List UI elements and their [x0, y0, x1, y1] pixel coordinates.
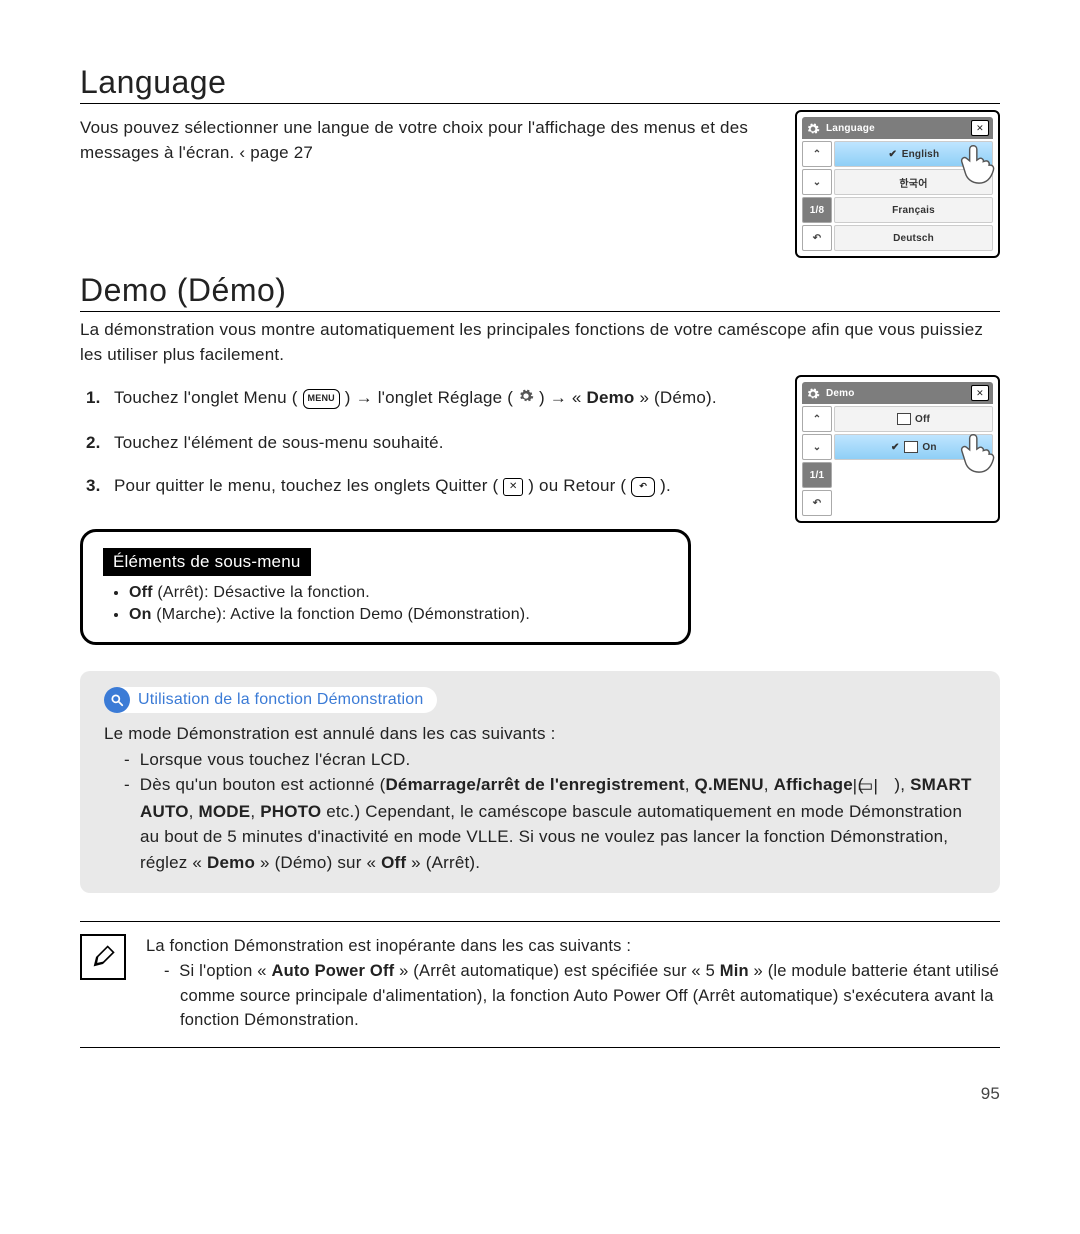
- section-demo-title: Demo (Démo): [80, 272, 1000, 312]
- page-ref: page 27: [250, 143, 313, 162]
- tip-b2a: Dès qu'un bouton est actionné (: [140, 775, 386, 794]
- submenu-item-off: Off (Arrêt): Désactive la fonction.: [129, 584, 668, 602]
- language-menu-screenshot: Language ✕ ⌃ ⌄ 1/8 ↶ ✔ English 한국어 Franç…: [795, 110, 1000, 258]
- submenu-item-on: On (Marche): Active la fonction Demo (Dé…: [129, 606, 668, 624]
- tip-b2r: » (Arrêt).: [406, 853, 480, 872]
- tip-b2o: Demo: [207, 853, 255, 872]
- tip-b2l: ,: [250, 802, 260, 821]
- demo-steps: Touchez l'onglet Menu ( MENU ) → l'ongle…: [80, 385, 771, 498]
- step-3-text-b: ) ou Retour (: [528, 476, 631, 495]
- close-icon[interactable]: ✕: [971, 120, 989, 136]
- nav-up-button[interactable]: ⌃: [802, 141, 832, 167]
- magnifier-icon: [104, 687, 130, 713]
- step-3: Pour quitter le menu, touchez les onglet…: [80, 473, 771, 499]
- nav-up-button[interactable]: ⌃: [802, 406, 832, 432]
- language-intro-text: Vous pouvez sélectionner une langue de v…: [80, 118, 748, 162]
- tip-panel: Utilisation de la fonction Démonstration…: [80, 671, 1000, 893]
- language-option-label: Deutsch: [893, 233, 934, 244]
- close-icon[interactable]: ✕: [971, 385, 989, 401]
- tip-line-1: Le mode Démonstration est annulé dans le…: [104, 721, 976, 747]
- submenu-on-paren: (Marche): [152, 606, 222, 623]
- demo-menu-screenshot: Demo ✕ ⌃ ⌄ 1/1 ↶ Off ✔ On: [795, 375, 1000, 523]
- check-icon: ✔: [890, 442, 900, 452]
- warn-line-1: La fonction Démonstration est inopérante…: [146, 934, 1000, 959]
- warn-b1a: Si l'option «: [179, 962, 271, 980]
- page-ref-symbol: ‹: [239, 143, 245, 162]
- tip-b2h: ),: [889, 775, 910, 794]
- submenu-heading: Éléments de sous-menu: [103, 548, 311, 576]
- tip-b2p: » (Démo) sur «: [255, 853, 381, 872]
- camcorder-icon: [897, 413, 911, 425]
- page-indicator: 1/8: [802, 197, 832, 223]
- demo-option-label: Off: [915, 414, 930, 425]
- language-menu-titlebar: Language ✕: [802, 117, 993, 139]
- page-number: 95: [80, 1084, 1000, 1104]
- tip-b2b: Démarrage/arrêt de l'enregistrement: [385, 775, 684, 794]
- back-button[interactable]: ↶: [802, 490, 832, 516]
- warn-b1b: Auto Power Off: [271, 962, 394, 980]
- check-icon: ✔: [888, 149, 898, 159]
- language-option-label: 한국어: [899, 175, 927, 190]
- back-button[interactable]: ↶: [802, 225, 832, 251]
- language-option-label: English: [902, 149, 940, 160]
- step-1-text-c: ) → «: [539, 388, 587, 407]
- tip-b2d: Q.MENU: [695, 775, 764, 794]
- demo-menu-title: Demo: [826, 388, 855, 399]
- step-3-text-c: ).: [660, 476, 671, 495]
- warn-b1d: Min: [720, 962, 749, 980]
- demo-intro: La démonstration vous montre automatique…: [80, 318, 1000, 367]
- step-1-demo-word: Demo: [586, 388, 634, 407]
- gear-icon: [518, 386, 534, 412]
- warn-b1c: » (Arrêt automatique) est spécifiée sur …: [394, 962, 719, 980]
- language-option-label: Français: [892, 205, 935, 216]
- hand-icon: [956, 429, 1002, 475]
- language-intro: Vous pouvez sélectionner une langue de v…: [80, 116, 771, 165]
- page-indicator: 1/1: [802, 462, 832, 488]
- camcorder-icon: [904, 441, 918, 453]
- language-menu-title: Language: [826, 123, 875, 134]
- display-icon: |▭|: [869, 773, 890, 799]
- back-icon: ↶: [631, 477, 655, 497]
- submenu-off-rest: : Désactive la fonction.: [204, 584, 370, 601]
- tip-bullet-1-text: Lorsque vous touchez l'écran LCD.: [140, 750, 411, 769]
- step-2: Touchez l'élément de sous-menu souhaité.: [80, 430, 771, 456]
- nav-down-button[interactable]: ⌄: [802, 434, 832, 460]
- language-option-deutsch[interactable]: Deutsch: [834, 225, 993, 251]
- tip-b2q: Off: [381, 853, 406, 872]
- submenu-on-rest: : Active la fonction Demo (Démonstration…: [222, 606, 530, 623]
- menu-chip-icon: MENU: [303, 389, 340, 409]
- step-1: Touchez l'onglet Menu ( MENU ) → l'ongle…: [80, 385, 771, 411]
- gear-icon: [806, 386, 820, 400]
- tip-bullet-1: - Lorsque vous touchez l'écran LCD.: [104, 747, 976, 773]
- tip-title: Utilisation de la fonction Démonstration: [138, 688, 423, 712]
- warning-block: La fonction Démonstration est inopérante…: [80, 921, 1000, 1048]
- nav-down-button[interactable]: ⌄: [802, 169, 832, 195]
- section-language-title: Language: [80, 64, 1000, 104]
- submenu-off-paren: (Arrêt): [153, 584, 204, 601]
- step-1-text-b: ) → l'onglet Réglage (: [345, 388, 513, 407]
- submenu-on-bold: On: [129, 606, 152, 623]
- hand-icon: [956, 140, 1002, 186]
- step-1-text: Touchez l'onglet Menu (: [114, 388, 303, 407]
- demo-option-label: On: [922, 442, 936, 453]
- submenu-off-bold: Off: [129, 584, 153, 601]
- tip-b2c: ,: [685, 775, 695, 794]
- tip-pill: Utilisation de la fonction Démonstration: [104, 687, 437, 713]
- gear-icon: [806, 121, 820, 135]
- warn-bullet-1: - Si l'option « Auto Power Off » (Arrêt …: [146, 959, 1000, 1033]
- language-option-francais[interactable]: Français: [834, 197, 993, 223]
- tip-b2e: ,: [764, 775, 774, 794]
- step-3-text-a: Pour quitter le menu, touchez les onglet…: [114, 476, 503, 495]
- submenu-box: Éléments de sous-menu Off (Arrêt): Désac…: [80, 529, 691, 645]
- note-icon: [80, 934, 126, 980]
- tip-b2k: MODE: [199, 802, 251, 821]
- tip-bullet-2: - Dès qu'un bouton est actionné (Démarra…: [104, 772, 976, 875]
- demo-menu-titlebar: Demo ✕: [802, 382, 993, 404]
- tip-b2f: Affichage: [774, 775, 853, 794]
- close-icon: ✕: [503, 478, 523, 496]
- step-1-text-e: » (Démo).: [639, 388, 716, 407]
- tip-b2m: PHOTO: [260, 802, 321, 821]
- tip-b2j: ,: [189, 802, 199, 821]
